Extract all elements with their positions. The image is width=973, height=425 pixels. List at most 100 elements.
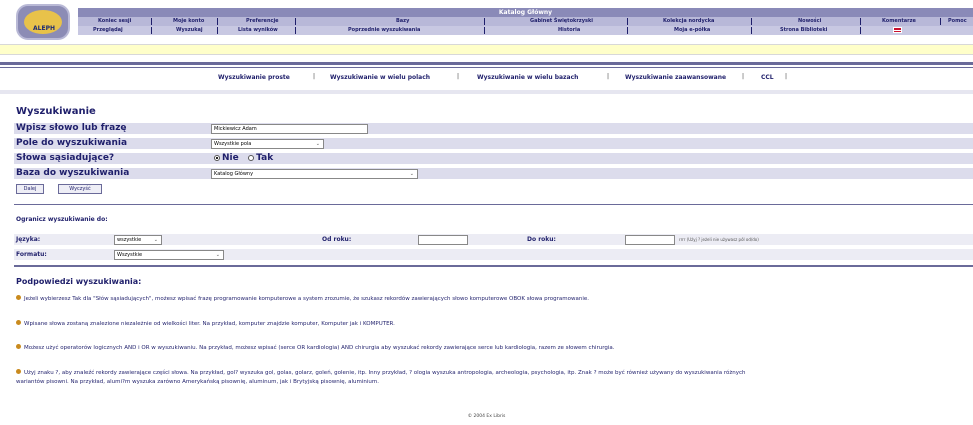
- chevron-down-icon: ⌄: [315, 141, 320, 147]
- menu-my-account[interactable]: Moje konto: [173, 17, 204, 26]
- restrict-row-2: Formatu: Wszystkie ⌄: [14, 249, 973, 260]
- radio-yes-label: Tak: [256, 153, 274, 163]
- tab-separator: |: [457, 73, 460, 80]
- hint-item: Możesz użyć operatorów logicznych AND i …: [16, 344, 615, 352]
- phrase-row: Wpisz słowo lub frazę Mickiewicz Adam: [14, 123, 973, 134]
- format-label: Formatu:: [16, 251, 47, 258]
- menu-separator: [751, 27, 752, 34]
- menu-library-page[interactable]: Strona Biblioteki: [780, 26, 827, 35]
- radio-no[interactable]: [214, 155, 220, 161]
- year-hint: rrrr (Użyj ? jeżeli nie używasz pól od/d…: [679, 237, 759, 242]
- menu-separator: [940, 18, 941, 25]
- phrase-input[interactable]: Mickiewicz Adam: [211, 124, 368, 134]
- section-divider: [14, 204, 973, 205]
- tab-separator: |: [785, 73, 788, 80]
- menu-results-list[interactable]: Lista wyników: [238, 26, 278, 35]
- tab-separator: |: [313, 73, 316, 80]
- restrict-title: Ogranicz wyszukiwanie do:: [16, 216, 108, 223]
- hint-item: Jeżeli wybierzesz Tak dla "Słów sąsiaduj…: [16, 295, 589, 303]
- language-select-value: wszystkie: [117, 237, 142, 243]
- menu-separator: [751, 18, 752, 25]
- format-select[interactable]: Wszystkie ⌄: [114, 250, 224, 260]
- menu-comments[interactable]: Komentarze: [882, 17, 916, 26]
- menu-history[interactable]: Historia: [558, 26, 580, 35]
- menu-nordic-collection[interactable]: Kolekcja nordycka: [663, 17, 714, 26]
- menu-logout[interactable]: Koniec sesji: [98, 17, 131, 26]
- menu-separator: [860, 18, 861, 25]
- hint-item: Wpisane słowa zostaną znalezione niezale…: [16, 320, 395, 328]
- bullet-icon: [16, 295, 21, 300]
- field-select[interactable]: Wszystkie pola ⌄: [211, 139, 324, 149]
- adjacent-label: Słowa sąsiadujące?: [16, 153, 115, 163]
- menu-preferences[interactable]: Preferencje: [246, 17, 279, 26]
- tabs-underline: [0, 90, 973, 94]
- divider-line: [0, 62, 973, 65]
- menu-separator: [217, 18, 218, 25]
- second-menu-row: Przeglądaj Wyszukaj Lista wyników Poprze…: [78, 26, 973, 35]
- menu-separator: [627, 27, 628, 34]
- tab-ccl[interactable]: CCL: [761, 74, 774, 81]
- menu-separator: [295, 18, 296, 25]
- tab-advanced-search[interactable]: Wyszukiwanie zaawansowane: [625, 74, 726, 81]
- bullet-icon: [16, 320, 21, 325]
- tab-simple-search[interactable]: Wyszukiwanie proste: [218, 74, 290, 81]
- menu-search[interactable]: Wyszukaj: [176, 26, 203, 35]
- aleph-logo[interactable]: ALEPH: [16, 4, 70, 40]
- language-label: Języka:: [16, 236, 41, 243]
- from-year-label: Od roku:: [322, 236, 352, 243]
- language-select[interactable]: wszystkie ⌄: [114, 235, 162, 245]
- menu-separator: [484, 18, 485, 25]
- menu-databases[interactable]: Bazy: [396, 17, 409, 26]
- submit-button[interactable]: Dalej: [16, 184, 44, 194]
- base-label: Baza do wyszukiwania: [16, 168, 130, 178]
- hints-title: Podpowiedzi wyszukiwania:: [16, 277, 142, 286]
- to-year-label: Do roku:: [527, 236, 556, 243]
- adjacent-row: Słowa sąsiadujące? Nie Tak: [14, 153, 973, 164]
- menu-browse[interactable]: Przeglądaj: [93, 26, 123, 35]
- search-type-tabs: Wyszukiwanie proste | Wyszukiwanie w wie…: [0, 71, 973, 83]
- adjacent-radio-group: Nie Tak: [214, 153, 273, 164]
- chevron-down-icon: ⌄: [153, 237, 158, 243]
- logo-text: ALEPH: [33, 25, 55, 32]
- tab-separator: |: [607, 73, 610, 80]
- divider-line: [0, 67, 973, 68]
- uk-flag-icon[interactable]: [893, 27, 902, 33]
- from-year-input[interactable]: [418, 235, 468, 245]
- tab-separator: |: [742, 73, 745, 80]
- tab-multi-base-search[interactable]: Wyszukiwanie w wielu bazach: [477, 74, 578, 81]
- tab-multi-field-search[interactable]: Wyszukiwanie w wielu polach: [330, 74, 430, 81]
- field-label: Pole do wyszukiwania: [16, 138, 128, 148]
- menu-separator: [627, 18, 628, 25]
- top-menu-row: Koniec sesji Moje konto Preferencje Bazy…: [78, 17, 973, 26]
- menu-separator: [217, 27, 218, 34]
- base-select-value: Katalog Główny: [214, 171, 254, 177]
- footer-copyright: © 2004 Ex Libris: [467, 414, 506, 419]
- menu-news[interactable]: Nowości: [798, 17, 821, 26]
- restrict-row-1: Języka: wszystkie ⌄ Od roku: Do roku: rr…: [14, 234, 973, 245]
- hint-text: wariantów pisowni. Na przykład, alumi?m …: [16, 379, 380, 385]
- to-year-input[interactable]: [625, 235, 675, 245]
- menu-separator: [295, 27, 296, 34]
- radio-no-label: Nie: [222, 153, 239, 163]
- bullet-icon: [16, 344, 21, 349]
- menu-gabinet[interactable]: Gabinet Świętokrzyski: [530, 17, 593, 26]
- clear-button[interactable]: Wyczyść: [58, 184, 102, 194]
- base-row: Baza do wyszukiwania Katalog Główny ⌄: [14, 168, 973, 179]
- base-select[interactable]: Katalog Główny ⌄: [211, 169, 418, 179]
- hint-text: Użyj znaku ?, aby znaleźć rekordy zawier…: [24, 370, 746, 376]
- chevron-down-icon: ⌄: [215, 252, 220, 258]
- menu-separator: [151, 18, 152, 25]
- menu-my-eshelf[interactable]: Moja e-półka: [674, 26, 710, 35]
- field-select-value: Wszystkie pola: [214, 141, 252, 147]
- radio-yes[interactable]: [248, 155, 255, 161]
- menu-previous-searches[interactable]: Poprzednie wyszukiwania: [348, 26, 420, 35]
- hint-item: Użyj znaku ?, aby znaleźć rekordy zawier…: [16, 369, 745, 377]
- chevron-down-icon: ⌄: [409, 171, 414, 177]
- hint-item-continued: wariantów pisowni. Na przykład, alumi?m …: [16, 378, 379, 386]
- bullet-icon: [16, 369, 21, 374]
- menu-separator: [151, 27, 152, 34]
- phrase-label: Wpisz słowo lub frazę: [16, 123, 127, 133]
- page-title: Wyszukiwanie: [16, 106, 96, 117]
- hint-text: Możesz użyć operatorów logicznych AND i …: [24, 345, 615, 351]
- menu-help[interactable]: Pomoc: [948, 17, 967, 26]
